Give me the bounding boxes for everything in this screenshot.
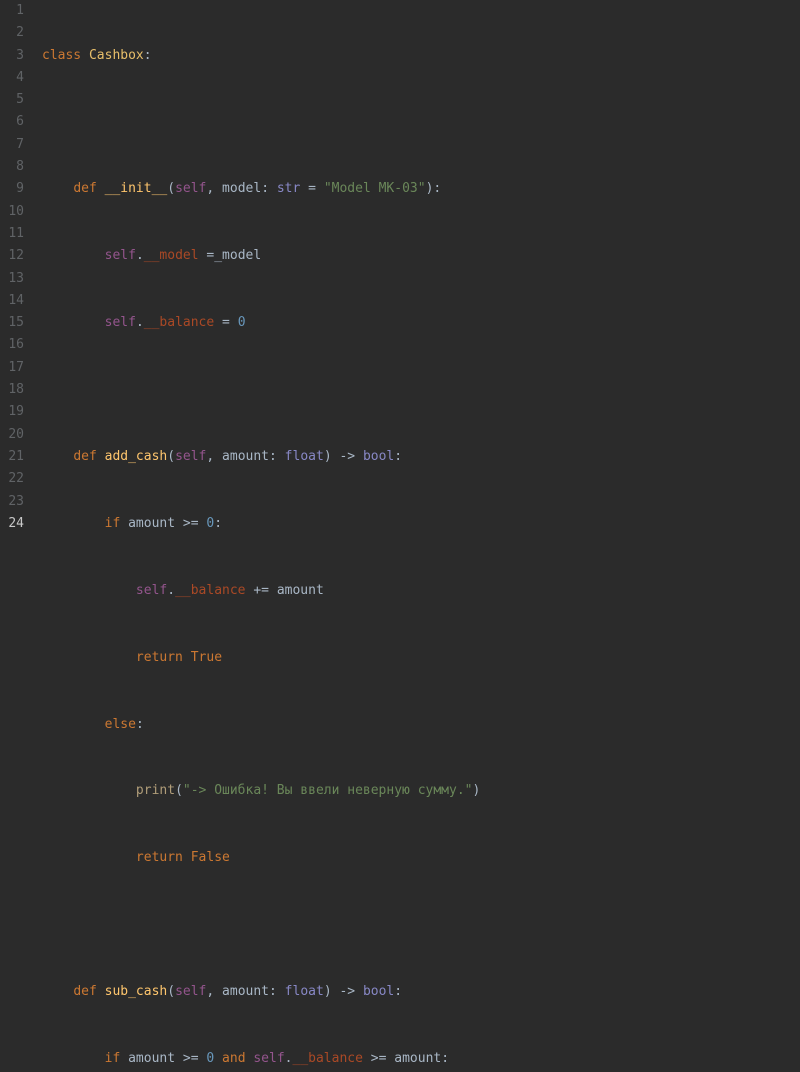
line-number: 15	[0, 312, 24, 334]
code-line: else:	[42, 714, 800, 736]
code-line: self.__model =_model	[42, 245, 800, 267]
code-line: def __init__(self, model: str = "Model M…	[42, 178, 800, 200]
line-number: 8	[0, 156, 24, 178]
code-line: print("-> Ошибка! Вы ввели неверную сумм…	[42, 780, 800, 802]
line-number: 5	[0, 89, 24, 111]
line-number: 18	[0, 379, 24, 401]
class-name: Cashbox	[89, 48, 144, 63]
code-line: self.__balance = 0	[42, 312, 800, 334]
code-line	[42, 914, 800, 936]
string-literal: "Model MK-03"	[324, 181, 426, 196]
code-line: self.__balance += amount	[42, 580, 800, 602]
code-line	[42, 111, 800, 133]
line-number: 14	[0, 290, 24, 312]
keyword-class: class	[42, 48, 81, 63]
function-name: add_cash	[105, 449, 168, 464]
line-number: 20	[0, 424, 24, 446]
line-number: 10	[0, 201, 24, 223]
function-name: __init__	[105, 181, 168, 196]
code-line: def sub_cash(self, amount: float) -> boo…	[42, 981, 800, 1003]
line-number: 19	[0, 401, 24, 423]
code-line: if amount >= 0:	[42, 513, 800, 535]
line-number: 21	[0, 446, 24, 468]
line-number: 6	[0, 111, 24, 133]
code-editor[interactable]: 123456789101112131415161718192021222324 …	[0, 0, 800, 536]
code-line: return True	[42, 647, 800, 669]
code-line: return False	[42, 847, 800, 869]
line-number: 7	[0, 134, 24, 156]
line-number: 17	[0, 357, 24, 379]
line-number: 2	[0, 22, 24, 44]
code-line: def add_cash(self, amount: float) -> boo…	[42, 446, 800, 468]
string-literal: "-> Ошибка! Вы ввели неверную сумму."	[183, 783, 473, 798]
line-number: 1	[0, 0, 24, 22]
line-number: 24	[0, 513, 24, 535]
code-area[interactable]: class Cashbox: def __init__(self, model:…	[36, 0, 800, 536]
code-line: class Cashbox:	[42, 45, 800, 67]
line-number: 16	[0, 334, 24, 356]
line-number: 4	[0, 67, 24, 89]
function-name: sub_cash	[105, 984, 168, 999]
line-number: 12	[0, 245, 24, 267]
code-line: if amount >= 0 and self.__balance >= amo…	[42, 1048, 800, 1070]
code-line	[42, 379, 800, 401]
line-number: 22	[0, 468, 24, 490]
line-number: 9	[0, 178, 24, 200]
line-number: 13	[0, 268, 24, 290]
line-number: 3	[0, 45, 24, 67]
line-number: 11	[0, 223, 24, 245]
line-number-gutter: 123456789101112131415161718192021222324	[0, 0, 36, 536]
line-number: 23	[0, 491, 24, 513]
